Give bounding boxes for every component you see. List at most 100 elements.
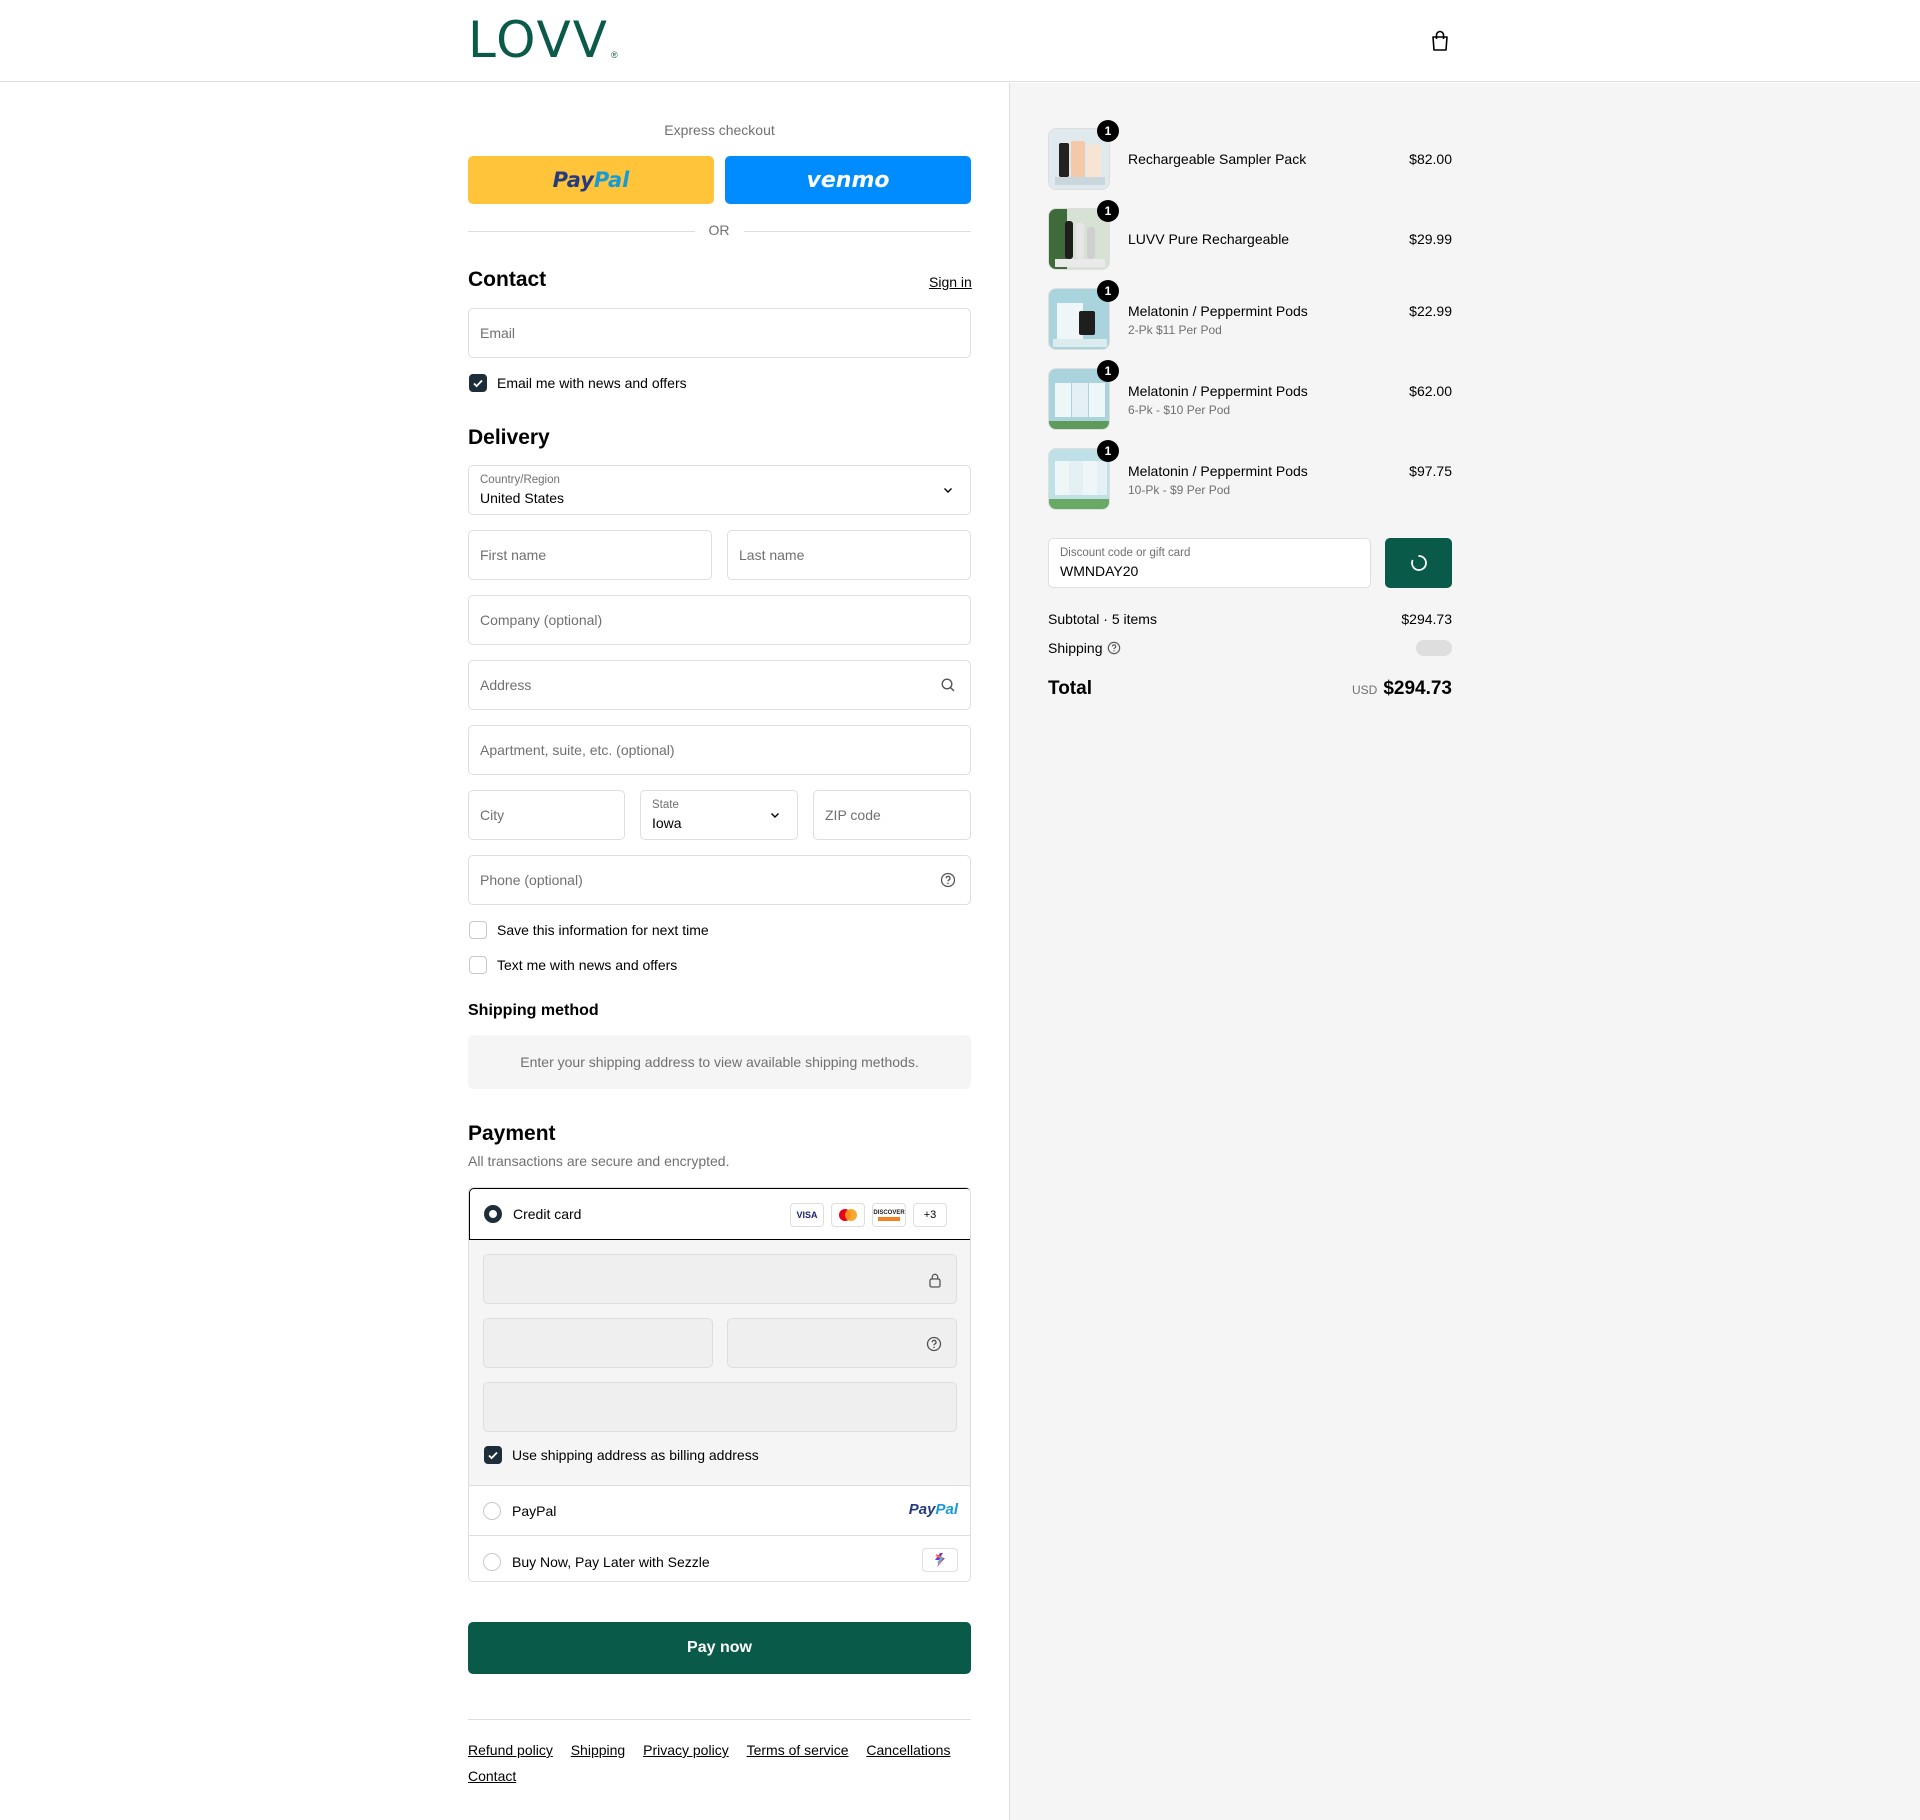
loading-spinner-icon bbox=[1410, 555, 1427, 571]
address-field[interactable]: Address bbox=[468, 660, 971, 710]
state-select[interactable]: State Iowa bbox=[640, 790, 798, 840]
pay-now-button[interactable]: Pay now bbox=[468, 1622, 971, 1674]
delivery-title: Delivery bbox=[468, 426, 550, 449]
paypal-logo-pal: Pal bbox=[935, 1501, 958, 1518]
paypal-express-button[interactable]: Pay Pal bbox=[468, 156, 714, 204]
item-price: $62.00 bbox=[1409, 383, 1452, 399]
apply-discount-button[interactable] bbox=[1385, 538, 1452, 588]
billing-same-checkbox[interactable] bbox=[484, 1446, 502, 1464]
state-value: Iowa bbox=[652, 815, 682, 831]
refund-policy-link[interactable]: Refund policy bbox=[468, 1737, 553, 1763]
visa-icon: VISA bbox=[790, 1203, 824, 1227]
credit-card-option[interactable]: Credit card VISA DISCOVER +3 bbox=[469, 1188, 970, 1240]
billing-same-label: Use shipping address as billing address bbox=[512, 1447, 759, 1463]
subtotal-label: Subtotal · 5 items bbox=[1048, 611, 1157, 627]
sezzle-radio[interactable] bbox=[483, 1553, 501, 1571]
first-name-field[interactable]: First name bbox=[468, 530, 712, 580]
item-variant: 2-Pk $11 Per Pod bbox=[1128, 323, 1222, 337]
sign-in-link[interactable]: Sign in bbox=[929, 274, 972, 290]
discount-value: WMNDAY20 bbox=[1060, 563, 1139, 579]
or-divider-right bbox=[744, 231, 971, 232]
privacy-policy-link[interactable]: Privacy policy bbox=[643, 1737, 729, 1763]
credit-card-label: Credit card bbox=[513, 1206, 582, 1222]
text-news-label: Text me with news and offers bbox=[497, 957, 678, 973]
email-field[interactable]: Email bbox=[468, 308, 971, 358]
chevron-down-icon bbox=[767, 807, 783, 823]
brand-logo[interactable]: LOVV ® bbox=[468, 11, 618, 69]
help-circle-icon[interactable] bbox=[940, 872, 956, 888]
cancellations-link[interactable]: Cancellations bbox=[866, 1737, 950, 1763]
security-code-field[interactable] bbox=[727, 1318, 957, 1368]
contact-title: Contact bbox=[468, 268, 547, 291]
last-name-placeholder: Last name bbox=[739, 547, 805, 563]
mastercard-icon bbox=[831, 1203, 865, 1227]
phone-placeholder: Phone (optional) bbox=[480, 872, 583, 888]
venmo-express-button[interactable]: venmo bbox=[725, 156, 971, 204]
discount-label: Discount code or gift card bbox=[1060, 547, 1191, 559]
last-name-field[interactable]: Last name bbox=[727, 530, 971, 580]
address-placeholder: Address bbox=[480, 677, 532, 693]
phone-field[interactable]: Phone (optional) bbox=[468, 855, 971, 905]
card-number-field[interactable] bbox=[483, 1254, 957, 1304]
item-name: Melatonin / Peppermint Pods bbox=[1128, 303, 1308, 319]
name-on-card-field[interactable] bbox=[483, 1382, 957, 1432]
currency-code: USD bbox=[1351, 683, 1378, 697]
help-circle-icon[interactable] bbox=[1107, 641, 1121, 655]
logo-text: LOVV bbox=[468, 11, 609, 69]
company-placeholder: Company (optional) bbox=[480, 612, 603, 628]
express-checkout-title: Express checkout bbox=[664, 122, 775, 138]
cart-item: 1 Melatonin / Peppermint Pods 2-Pk $11 P… bbox=[1048, 280, 1452, 352]
total-value: $294.73 bbox=[1383, 678, 1452, 699]
payment-title: Payment bbox=[468, 1122, 556, 1145]
item-variant: 6-Pk - $10 Per Pod bbox=[1128, 403, 1231, 417]
company-field[interactable]: Company (optional) bbox=[468, 595, 971, 645]
expiration-date-field[interactable] bbox=[483, 1318, 713, 1368]
sezzle-option[interactable]: Buy Now, Pay Later with Sezzle bbox=[469, 1536, 970, 1581]
footer-divider bbox=[468, 1719, 971, 1720]
cart-item: 1 Rechargeable Sampler Pack $82.00 bbox=[1048, 120, 1452, 192]
paypal-option[interactable]: PayPal PayPal bbox=[469, 1486, 970, 1536]
discover-icon: DISCOVER bbox=[872, 1203, 906, 1227]
paypal-logo-pal: Pal bbox=[593, 168, 630, 192]
state-label: State bbox=[652, 799, 679, 811]
paypal-label: PayPal bbox=[512, 1503, 557, 1519]
subtotal-value: $294.73 bbox=[1401, 611, 1452, 627]
header: LOVV ® bbox=[0, 0, 1920, 82]
item-price: $22.99 bbox=[1409, 303, 1452, 319]
credit-card-form: Use shipping address as billing address bbox=[469, 1240, 970, 1486]
help-circle-icon[interactable] bbox=[926, 1336, 942, 1352]
first-name-placeholder: First name bbox=[480, 547, 547, 563]
credit-card-radio[interactable] bbox=[484, 1205, 502, 1223]
chevron-down-icon bbox=[940, 482, 956, 498]
discover-icon-text: DISCOVER bbox=[873, 1209, 905, 1216]
discount-code-field[interactable]: Discount code or gift card WMNDAY20 bbox=[1048, 538, 1371, 588]
country-label: Country/Region bbox=[480, 474, 560, 486]
cart-item: 1 LUVV Pure Rechargeable $29.99 bbox=[1048, 200, 1452, 272]
contact-link[interactable]: Contact bbox=[468, 1763, 516, 1789]
paypal-logo-pay: Pay bbox=[552, 168, 594, 192]
or-divider-left bbox=[468, 231, 695, 232]
quantity-badge: 1 bbox=[1097, 120, 1119, 142]
apartment-field[interactable]: Apartment, suite, etc. (optional) bbox=[468, 725, 971, 775]
shipping-link[interactable]: Shipping bbox=[571, 1737, 626, 1763]
logo-registered-mark: ® bbox=[610, 50, 618, 60]
item-variant: 10-Pk - $9 Per Pod bbox=[1128, 483, 1231, 497]
quantity-badge: 1 bbox=[1097, 360, 1119, 382]
text-news-checkbox[interactable] bbox=[469, 956, 487, 974]
save-info-checkbox[interactable] bbox=[469, 921, 487, 939]
zip-field[interactable]: ZIP code bbox=[813, 790, 971, 840]
country-select[interactable]: Country/Region United States bbox=[468, 465, 971, 515]
terms-of-service-link[interactable]: Terms of service bbox=[747, 1737, 849, 1763]
shipping-method-notice: Enter your shipping address to view avai… bbox=[468, 1035, 971, 1089]
city-field[interactable]: City bbox=[468, 790, 625, 840]
cart-item: 1 Melatonin / Peppermint Pods 10-Pk - $9… bbox=[1048, 440, 1452, 512]
cart-item: 1 Melatonin / Peppermint Pods 6-Pk - $10… bbox=[1048, 360, 1452, 432]
save-info-label: Save this information for next time bbox=[497, 922, 709, 938]
shopping-bag-icon[interactable] bbox=[1430, 30, 1450, 52]
paypal-radio[interactable] bbox=[483, 1502, 501, 1520]
email-news-checkbox[interactable] bbox=[469, 374, 487, 392]
zip-placeholder: ZIP code bbox=[825, 807, 881, 823]
item-name: LUVV Pure Rechargeable bbox=[1128, 231, 1290, 247]
payment-subtitle: All transactions are secure and encrypte… bbox=[468, 1153, 730, 1169]
quantity-badge: 1 bbox=[1097, 200, 1119, 222]
